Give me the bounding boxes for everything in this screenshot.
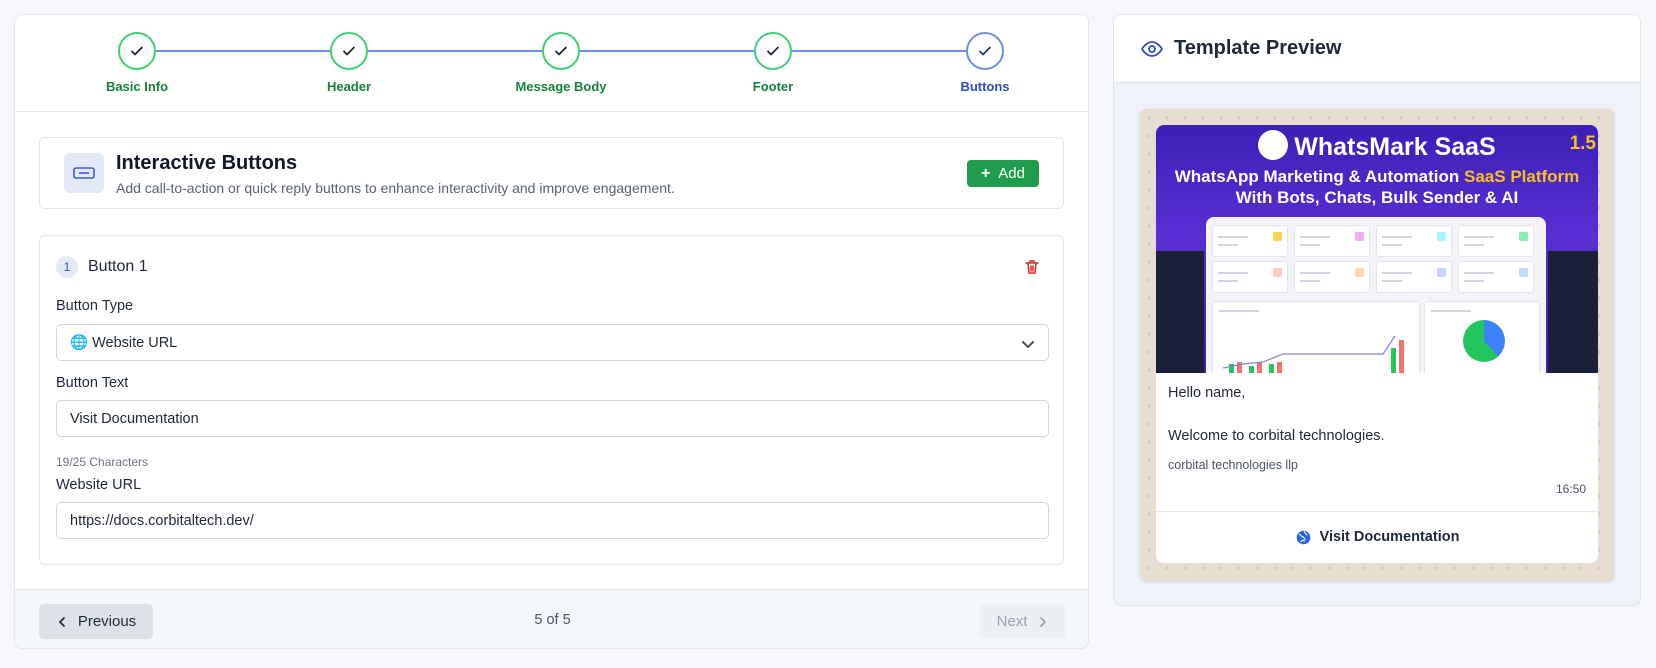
message-footer: corbital technologies llp bbox=[1168, 458, 1298, 472]
website-url-value: https://docs.corbitaltech.dev/ bbox=[70, 512, 254, 529]
button-type-select[interactable]: 🌐 Website URL bbox=[56, 324, 1049, 361]
add-button[interactable]: + Add bbox=[966, 160, 1039, 187]
stepper: Basic Info Header Message Body Footer Bu… bbox=[15, 15, 1088, 112]
next-label: Next bbox=[996, 613, 1028, 630]
globe-icon bbox=[1296, 530, 1310, 544]
preview-header: Template Preview bbox=[1114, 15, 1640, 83]
page-count: 5 of 5 bbox=[534, 612, 571, 628]
template-builder-card: Basic Info Header Message Body Footer Bu… bbox=[14, 14, 1089, 649]
button-icon bbox=[64, 153, 104, 193]
wizard-footer: Previous 5 of 5 Next bbox=[15, 589, 1088, 648]
template-preview-card: Template Preview WhatsMark SaaS 1.5 What… bbox=[1113, 14, 1641, 606]
step-label: Basic Info bbox=[105, 79, 169, 94]
banner-line-1: WhatsApp Marketing & Automation SaaS Pla… bbox=[1174, 167, 1580, 186]
cta-button-preview[interactable]: Visit Documentation bbox=[1156, 511, 1598, 563]
banner-title: WhatsMark SaaS bbox=[1156, 130, 1598, 163]
header-image: WhatsMark SaaS 1.5 WhatsApp Marketing & … bbox=[1156, 125, 1598, 373]
check-icon bbox=[118, 32, 156, 70]
trash-icon[interactable] bbox=[1023, 258, 1041, 276]
message-greeting: Hello name, bbox=[1168, 385, 1246, 401]
cta-label: Visit Documentation bbox=[1319, 529, 1460, 545]
button-text-value: Visit Documentation bbox=[70, 410, 199, 427]
check-icon bbox=[754, 32, 792, 70]
step-label: Message Body bbox=[515, 79, 607, 94]
stat-tile bbox=[1458, 225, 1534, 257]
check-icon bbox=[330, 32, 368, 70]
section-subtitle: Add call-to-action or quick reply button… bbox=[116, 180, 675, 196]
next-button[interactable]: Next bbox=[980, 604, 1066, 639]
stat-tile bbox=[1294, 225, 1370, 257]
message-time: 16:50 bbox=[1555, 482, 1586, 496]
step-label: Footer bbox=[752, 79, 794, 94]
stat-tile bbox=[1212, 225, 1288, 257]
stat-tile bbox=[1376, 261, 1452, 293]
eye-icon bbox=[1140, 40, 1164, 57]
button-item-title: Button 1 bbox=[88, 258, 148, 275]
step-footer[interactable]: Footer bbox=[713, 32, 833, 94]
mini-pie-chart bbox=[1424, 301, 1540, 373]
dashboard-screenshot bbox=[1206, 217, 1546, 373]
step-message-body[interactable]: Message Body bbox=[501, 32, 621, 94]
chevron-down-icon bbox=[1022, 341, 1034, 348]
plus-icon: + bbox=[980, 164, 991, 182]
chevron-right-icon bbox=[1040, 616, 1047, 627]
section-title: Interactive Buttons bbox=[116, 152, 298, 174]
step-basic-info[interactable]: Basic Info bbox=[77, 32, 197, 94]
stat-tile bbox=[1294, 261, 1370, 293]
stat-tile bbox=[1212, 261, 1288, 293]
chat-background: WhatsMark SaaS 1.5 WhatsApp Marketing & … bbox=[1140, 109, 1614, 581]
buttons-section-header: Interactive Buttons Add call-to-action o… bbox=[39, 137, 1064, 209]
dashboard-sidebar-mock bbox=[1156, 251, 1204, 373]
add-button-label: Add bbox=[998, 165, 1025, 182]
button-text-input[interactable]: Visit Documentation bbox=[56, 400, 1049, 437]
banner-line-2: With Bots, Chats, Bulk Sender & AI bbox=[1235, 188, 1519, 207]
button-type-label: Button Type bbox=[56, 298, 134, 314]
website-url-input[interactable]: https://docs.corbitaltech.dev/ bbox=[56, 502, 1049, 539]
button-number-badge: 1 bbox=[56, 256, 78, 278]
mini-chart bbox=[1212, 301, 1420, 373]
character-count: 19/25 Characters bbox=[56, 455, 149, 469]
button-text-label: Button Text bbox=[56, 375, 129, 391]
step-header[interactable]: Header bbox=[289, 32, 409, 94]
message-body: Welcome to corbital technologies. bbox=[1168, 428, 1385, 444]
stat-tile bbox=[1376, 225, 1452, 257]
message-bubble: WhatsMark SaaS 1.5 WhatsApp Marketing & … bbox=[1156, 125, 1598, 563]
step-label: Header bbox=[326, 79, 372, 94]
website-url-label: Website URL bbox=[56, 477, 142, 493]
step-label: Buttons bbox=[960, 79, 1010, 94]
dashboard-panel-mock bbox=[1548, 251, 1598, 373]
logo-icon bbox=[1258, 130, 1289, 161]
check-icon bbox=[966, 32, 1004, 70]
stat-tile bbox=[1458, 261, 1534, 293]
preview-title: Template Preview bbox=[1174, 37, 1342, 59]
step-buttons[interactable]: Buttons bbox=[925, 32, 1045, 94]
button-item-card: 1 Button 1 Button Type 🌐 Website URL But… bbox=[39, 235, 1064, 565]
banner-version: 1.5 bbox=[1569, 133, 1596, 154]
check-icon bbox=[542, 32, 580, 70]
button-type-value: 🌐 Website URL bbox=[70, 335, 178, 351]
